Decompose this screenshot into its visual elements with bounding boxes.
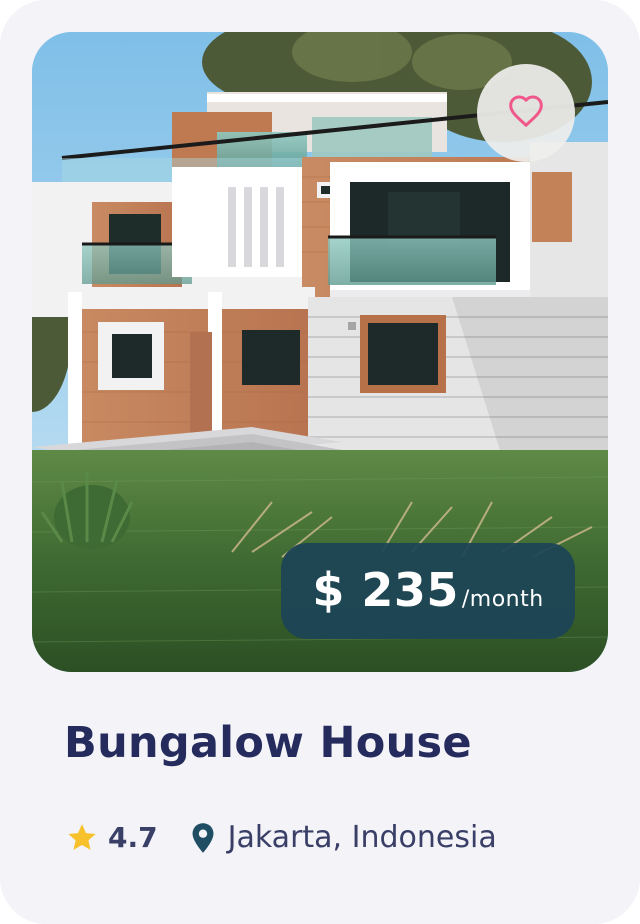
map-pin-icon bbox=[190, 822, 216, 854]
favorite-button[interactable] bbox=[477, 64, 575, 162]
heart-icon bbox=[508, 94, 544, 132]
location-text: Jakarta, Indonesia bbox=[227, 820, 497, 855]
rating-value: 4.7 bbox=[108, 821, 158, 854]
property-meta: 4.7 Jakarta, Indonesia bbox=[66, 820, 497, 855]
property-title: Bungalow House bbox=[64, 718, 472, 768]
price-amount: $ 235 bbox=[312, 563, 459, 617]
price-unit: /month bbox=[461, 587, 544, 612]
price-badge: $ 235 /month bbox=[281, 543, 575, 639]
star-icon bbox=[66, 822, 98, 853]
property-card[interactable]: $ 235 /month Bungalow House 4.7 Jakarta,… bbox=[0, 0, 640, 924]
